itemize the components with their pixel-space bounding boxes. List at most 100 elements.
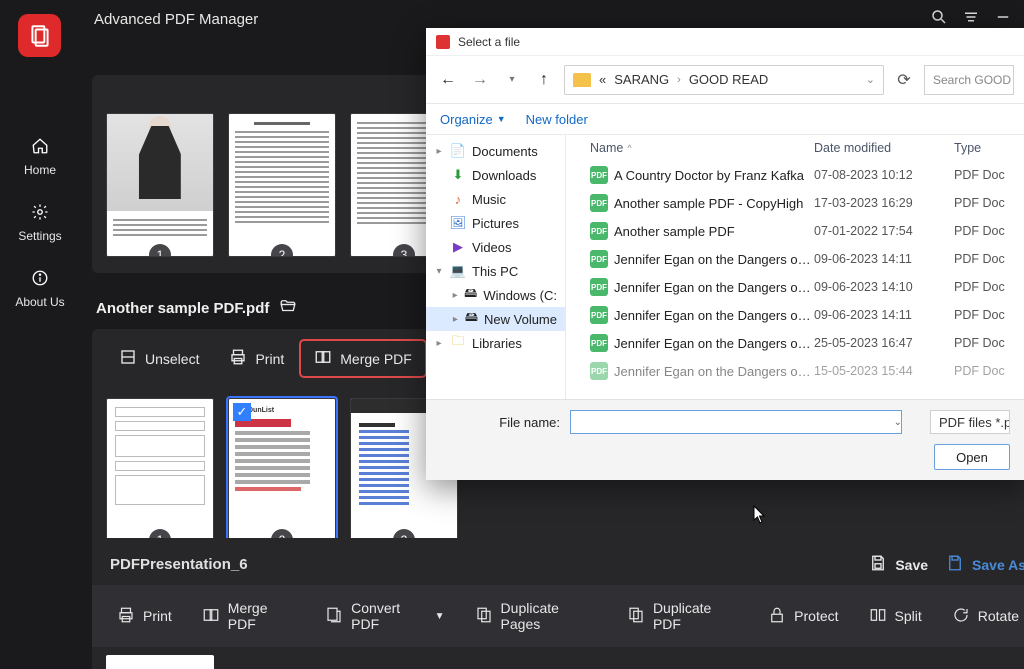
dialog-app-icon xyxy=(436,35,450,49)
file-date: 17-03-2023 16:29 xyxy=(814,196,954,210)
file-row[interactable]: PDFA Country Doctor by Franz Kafka07-08-… xyxy=(566,161,1024,189)
sidebar-item-home[interactable]: Home xyxy=(24,135,56,177)
print-button[interactable]: Print xyxy=(216,341,297,376)
breadcrumb[interactable]: « SARANG › GOOD READ ⌄ xyxy=(564,65,884,95)
thumbnail-image xyxy=(107,114,213,211)
expand-icon[interactable]: ▸ xyxy=(452,290,458,301)
sidebar-item-about[interactable]: About Us xyxy=(15,267,64,309)
open-folder-icon[interactable] xyxy=(279,297,297,319)
breadcrumb-part[interactable]: GOOD READ xyxy=(689,72,768,87)
pc-icon: 💻 xyxy=(450,263,466,279)
file-name: Another sample PDF xyxy=(614,224,814,239)
page-thumb[interactable] xyxy=(106,655,214,669)
button-label: Print xyxy=(255,351,284,367)
print-button[interactable]: Print xyxy=(104,599,185,634)
lock-icon xyxy=(768,606,786,627)
tree-item-label: Music xyxy=(472,192,506,207)
sort-asc-icon: ^ xyxy=(627,143,631,153)
tree-item-drive-new[interactable]: ▸🖴New Volume xyxy=(426,307,565,331)
file-row[interactable]: PDFJennifer Egan on the Dangers of Knowi… xyxy=(566,329,1024,357)
save-as-icon xyxy=(946,554,964,575)
tree-item-drive-c[interactable]: ▸🖴Windows (C: xyxy=(426,283,565,307)
save-button[interactable]: Save xyxy=(869,554,928,575)
file-row[interactable]: PDFJennifer Egan on the Dangers of Knowi… xyxy=(566,301,1024,329)
page-thumb[interactable]: 2 xyxy=(228,113,336,257)
organize-menu[interactable]: Organize▼ xyxy=(440,112,506,127)
expand-icon[interactable]: ▸ xyxy=(434,338,444,349)
file-name-input[interactable] xyxy=(570,410,902,434)
thumbnail-image xyxy=(107,399,213,517)
expand-icon[interactable]: ▸ xyxy=(452,314,459,325)
file-date: 15-05-2023 15:44 xyxy=(814,364,954,378)
document-panel-bottom: PDFPresentation_6 Save Save As Print Mer… xyxy=(92,538,1024,669)
home-icon xyxy=(29,135,51,157)
button-label: Rotate xyxy=(978,608,1019,624)
file-row[interactable]: PDFJennifer Egan on the Dangers of Knowi… xyxy=(566,357,1024,385)
page-thumb[interactable]: 1 xyxy=(106,113,214,257)
file-type-filter[interactable]: PDF files *.pdf xyxy=(930,410,1010,434)
refresh-button[interactable]: ⟳ xyxy=(892,70,916,90)
list-header: Name ^ Date modified Type xyxy=(566,135,1024,161)
column-header-name[interactable]: Name ^ xyxy=(590,141,814,155)
column-header-date[interactable]: Date modified xyxy=(814,141,954,155)
file-row[interactable]: PDFJennifer Egan on the Dangers of Knowi… xyxy=(566,273,1024,301)
pdf-file-icon: PDF xyxy=(590,166,608,184)
unselect-button[interactable]: Unselect xyxy=(106,341,212,376)
file-row[interactable]: PDFJennifer Egan on the Dangers of Knowi… xyxy=(566,245,1024,273)
page-thumb[interactable]: ✓ DunList 2 xyxy=(228,398,336,542)
file-type: PDF Doc xyxy=(954,196,1014,210)
page-thumb[interactable]: 1 xyxy=(106,398,214,542)
tree-item-pictures[interactable]: 🖼Pictures xyxy=(426,211,565,235)
expand-icon[interactable]: ▸ xyxy=(434,146,444,157)
search-placeholder: Search GOOD READ xyxy=(933,73,1014,87)
tree-item-music[interactable]: ♪Music xyxy=(426,187,565,211)
pdf-file-icon: PDF xyxy=(590,334,608,352)
nav-back-button[interactable]: ← xyxy=(436,68,460,92)
nav-up-button[interactable]: ↑ xyxy=(532,68,556,92)
file-name: Jennifer Egan on the Dangers of Knowing.… xyxy=(614,280,814,295)
merge-pdf-button[interactable]: Merge PDF xyxy=(189,593,308,639)
convert-pdf-button[interactable]: Convert PDF▼ xyxy=(312,593,457,639)
rotate-button[interactable]: Rotate xyxy=(939,599,1024,634)
pdf-file-icon: PDF xyxy=(590,250,608,268)
protect-button[interactable]: Protect xyxy=(755,599,851,634)
tree-item-this-pc[interactable]: ▾ 💻 This PC xyxy=(426,259,565,283)
split-button[interactable]: Split xyxy=(856,599,935,634)
button-label: Print xyxy=(143,608,172,624)
open-button[interactable]: Open xyxy=(934,444,1010,470)
save-as-button[interactable]: Save As xyxy=(946,554,1024,575)
file-date: 09-06-2023 14:11 xyxy=(814,252,954,266)
convert-icon xyxy=(325,606,343,627)
tree-item-videos[interactable]: ▶Videos xyxy=(426,235,565,259)
duplicate-pages-button[interactable]: Duplicate Pages xyxy=(462,593,610,639)
search-icon[interactable] xyxy=(930,8,948,26)
menu-icon[interactable] xyxy=(962,8,980,26)
collapse-icon[interactable]: ▾ xyxy=(434,266,444,277)
file-row[interactable]: PDFAnother sample PDF - CopyHigh17-03-20… xyxy=(566,189,1024,217)
breadcrumb-part[interactable]: SARANG xyxy=(614,72,669,87)
button-label: Unselect xyxy=(145,351,199,367)
tree-item-documents[interactable]: ▸📄Documents xyxy=(426,139,565,163)
new-folder-button[interactable]: New folder xyxy=(526,112,588,127)
documents-icon: 📄 xyxy=(450,143,466,159)
pdf-file-icon: PDF xyxy=(590,194,608,212)
search-input[interactable]: Search GOOD READ xyxy=(924,65,1014,95)
minimize-icon[interactable] xyxy=(994,8,1012,26)
nav-recent-button[interactable]: ▾ xyxy=(500,68,524,92)
chevron-down-icon[interactable]: ⌄ xyxy=(894,417,902,428)
tree-item-label: This PC xyxy=(472,264,518,279)
column-header-type[interactable]: Type xyxy=(954,141,1014,155)
merge-pdf-button[interactable]: Merge PDF xyxy=(301,341,425,376)
tree-item-downloads[interactable]: ⬇Downloads xyxy=(426,163,565,187)
tree-item-label: Videos xyxy=(472,240,512,255)
file-row[interactable]: PDFAnother sample PDF07-01-2022 17:54PDF… xyxy=(566,217,1024,245)
file-type: PDF Doc xyxy=(954,280,1014,294)
pdf-file-icon: PDF xyxy=(590,222,608,240)
file-type: PDF Doc xyxy=(954,364,1014,378)
duplicate-pdf-button[interactable]: Duplicate PDF xyxy=(614,593,751,639)
tree-item-libraries[interactable]: ▸🗀Libraries xyxy=(426,331,565,355)
chevron-down-icon[interactable]: ⌄ xyxy=(866,73,875,86)
nav-forward-button[interactable]: → xyxy=(468,68,492,92)
libraries-icon: 🗀 xyxy=(450,335,466,351)
sidebar-item-settings[interactable]: Settings xyxy=(18,201,61,243)
